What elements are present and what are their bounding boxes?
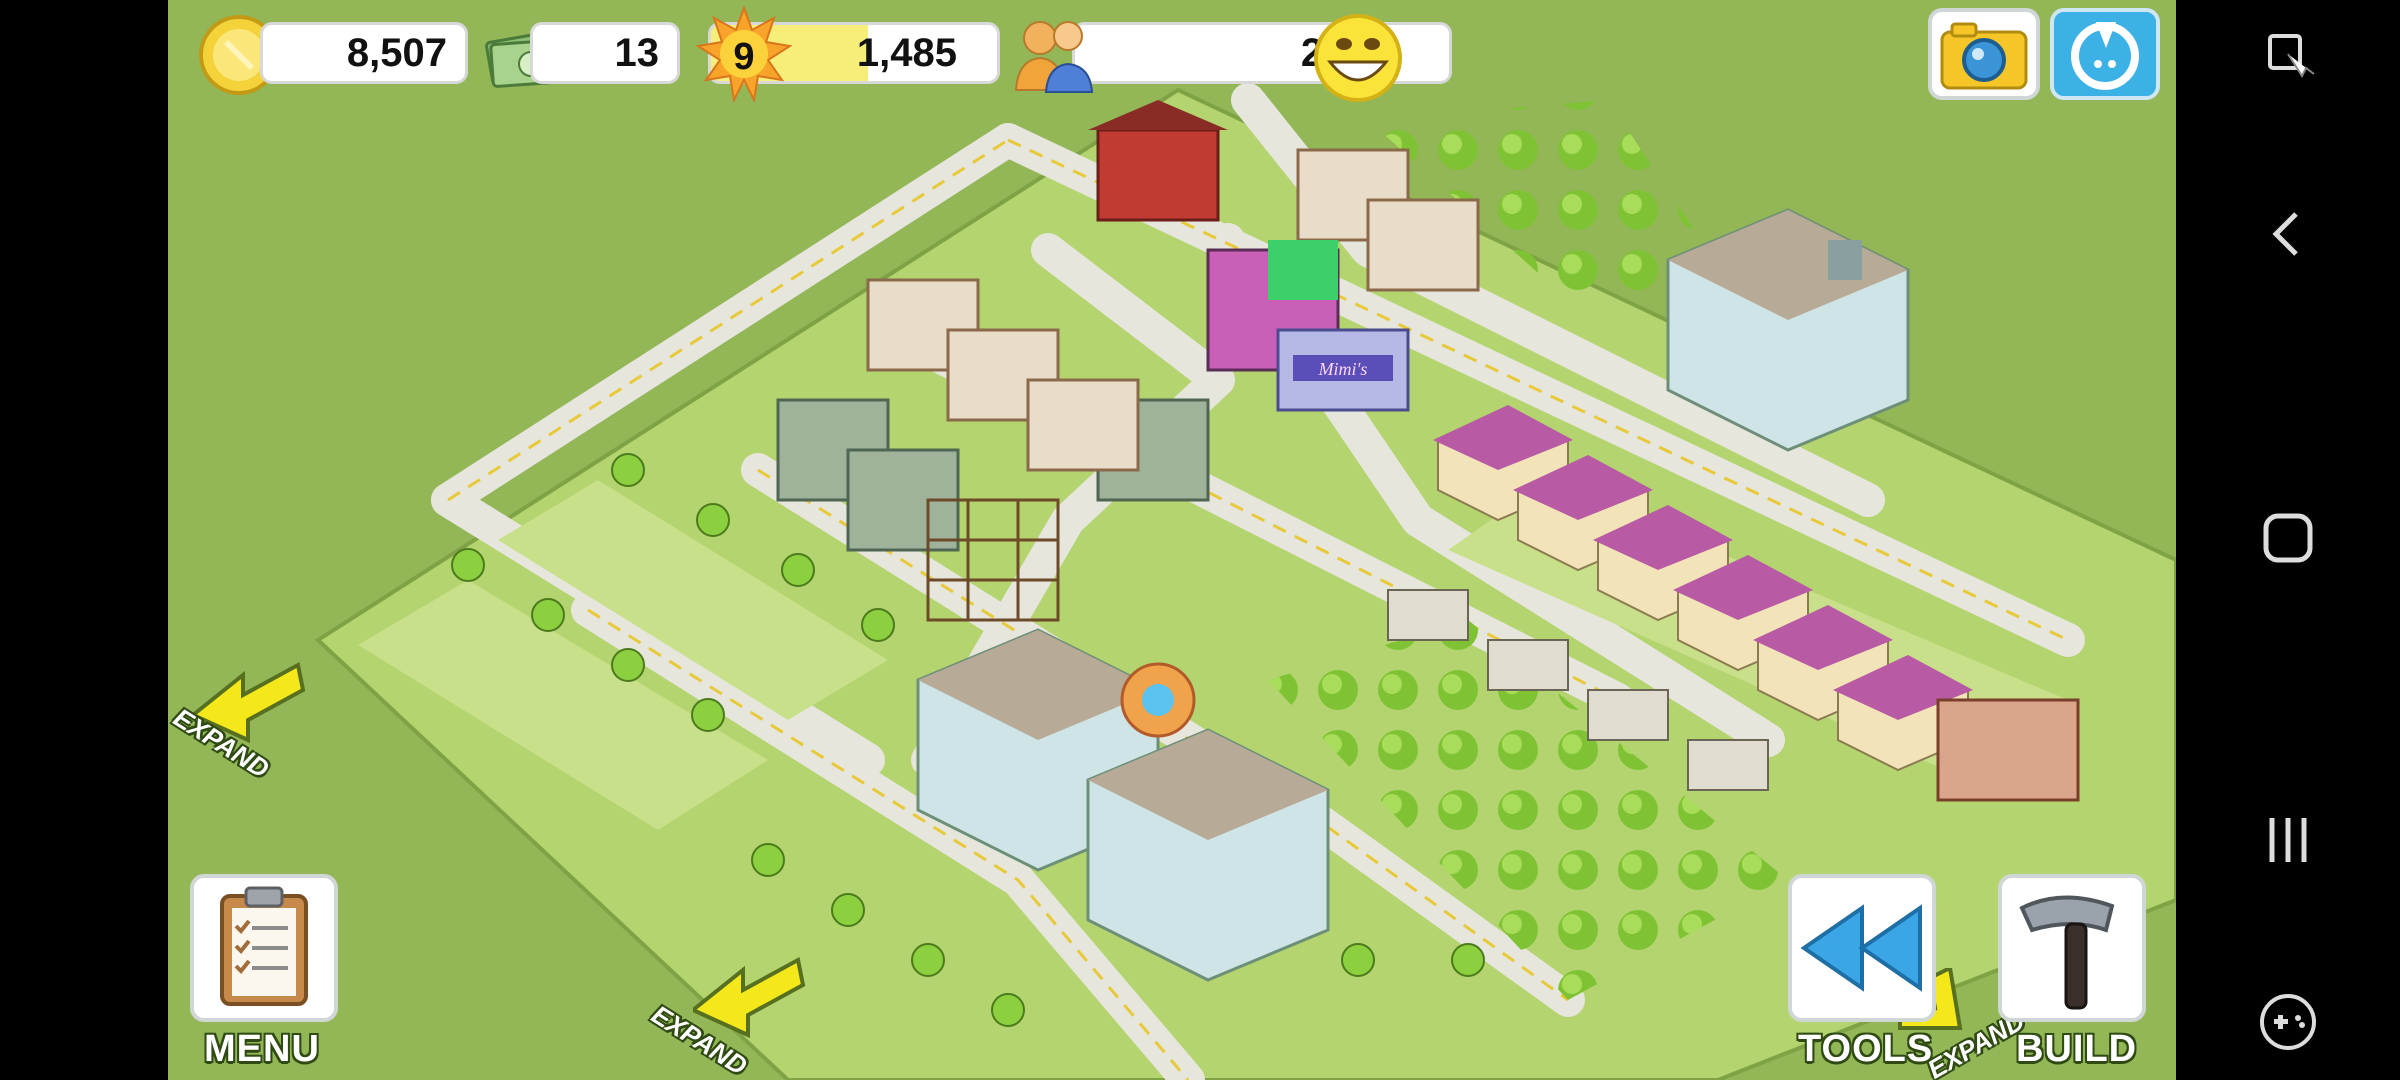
rewind-icon [1800,904,1922,992]
game-tools-button[interactable] [2248,982,2328,1062]
cash-value: 13 [614,30,660,75]
back-icon [2272,212,2298,256]
game-viewport[interactable]: Mimi's EXPAND EXPAND EXPAND 8,507 13 1,4… [168,0,2176,1080]
fountain[interactable] [1120,662,1196,738]
coin-value: 8,507 [346,30,447,75]
home-button[interactable] [2248,498,2328,578]
recents-button[interactable] [2248,800,2328,880]
build-button[interactable] [1998,874,2146,1022]
camera-button[interactable] [1928,8,2040,100]
home-icon [2263,513,2313,563]
menu-label: MENU [204,1028,320,1070]
camera-icon [1940,22,2028,90]
clipboard-icon [220,886,308,1006]
gamepad-icon [2260,994,2316,1050]
brick-shop[interactable] [1936,698,2080,802]
hammer-icon [2019,895,2115,1010]
build-label: BUILD [2016,1028,2138,1070]
back-button[interactable] [2248,194,2328,274]
share-icon [2071,22,2139,90]
tools-button[interactable] [1788,874,1936,1022]
recents-icon [2269,818,2307,862]
tools-label: TOOLS [1798,1028,1934,1070]
people-icon [1014,21,1094,93]
experience-value: 1,485 [856,30,957,75]
mimis-shop[interactable]: Mimi's [1276,328,1410,412]
screen-capture-button[interactable] [2248,14,2328,94]
menu-button[interactable] [190,874,338,1022]
screen-capture-icon [2268,34,2315,79]
level-value: 9 [733,36,755,78]
share-button[interactable] [2050,8,2160,100]
mimis-sign: Mimi's [1318,359,1368,379]
smiley-face-icon[interactable] [1312,12,1404,104]
system-nav-bar [2176,0,2400,1080]
